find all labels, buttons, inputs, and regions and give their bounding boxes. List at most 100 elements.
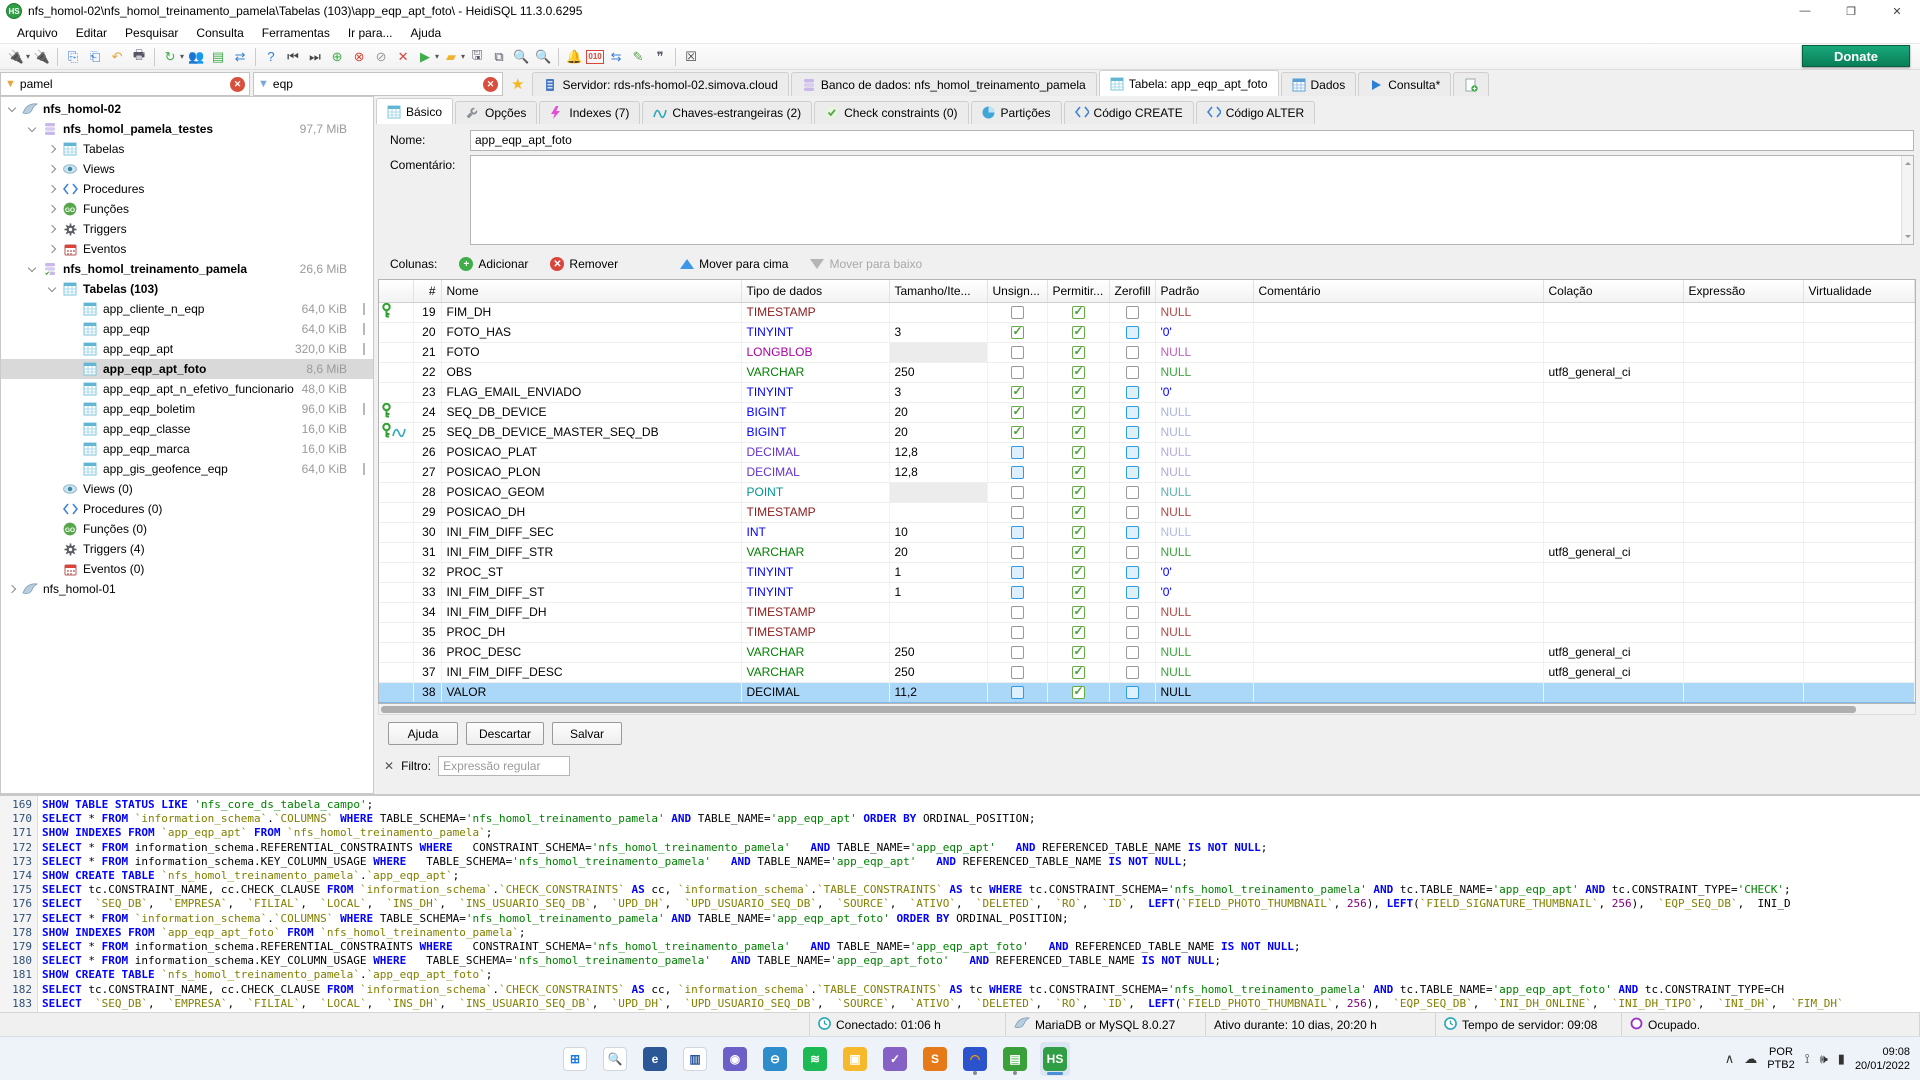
column-virtuality[interactable] bbox=[1803, 682, 1915, 702]
alarm-icon[interactable]: 🔔 bbox=[564, 47, 584, 67]
column-default[interactable]: '0' bbox=[1155, 382, 1253, 402]
column-length[interactable]: 3 bbox=[889, 322, 987, 342]
edit-icon[interactable]: ✎ bbox=[628, 47, 648, 67]
column-name[interactable]: FOTO_HAS bbox=[441, 322, 741, 342]
column-datatype[interactable]: DECIMAL bbox=[741, 442, 889, 462]
column-default[interactable]: NULL bbox=[1155, 522, 1253, 542]
column-virtuality[interactable] bbox=[1803, 502, 1915, 522]
zerofill-checkbox[interactable] bbox=[1126, 626, 1139, 639]
unsigned-checkbox[interactable] bbox=[1011, 666, 1024, 679]
folder-icon[interactable]: ▰ bbox=[441, 47, 461, 67]
zerofill-checkbox[interactable] bbox=[1126, 386, 1139, 399]
database-filter-value[interactable]: pamel bbox=[20, 77, 230, 91]
clear-filter-icon[interactable]: ✕ bbox=[483, 77, 498, 92]
wifi-icon[interactable]: ⟟ bbox=[1805, 1051, 1810, 1067]
column-comment[interactable] bbox=[1253, 362, 1543, 382]
allow-null-checkbox[interactable] bbox=[1072, 366, 1085, 379]
column-expression[interactable] bbox=[1683, 462, 1803, 482]
column-datatype[interactable]: POINT bbox=[741, 482, 889, 502]
column-name[interactable]: INI_FIM_DIFF_STR bbox=[441, 542, 741, 562]
tree-item-app_eqp_apt_n_efetivo_funcionario[interactable]: app_eqp_apt_n_efetivo_funcionario48,0 Ki… bbox=[1, 379, 373, 399]
column-length[interactable] bbox=[889, 342, 987, 362]
subtab-chaves-estrangeiras-2-[interactable]: Chaves-estrangeiras (2) bbox=[642, 101, 812, 124]
column-expression[interactable] bbox=[1683, 602, 1803, 622]
column-length[interactable]: 20 bbox=[889, 402, 987, 422]
column-collation[interactable] bbox=[1543, 382, 1683, 402]
tree-item-nfs_homol_pamela_testes[interactable]: nfs_homol_pamela_testes97,7 MiB bbox=[1, 119, 373, 139]
allow-null-checkbox[interactable] bbox=[1072, 686, 1085, 699]
column-header-tipo-de-dados[interactable]: Tipo de dados bbox=[741, 280, 889, 302]
column-expression[interactable] bbox=[1683, 382, 1803, 402]
unsigned-checkbox[interactable] bbox=[1011, 346, 1024, 359]
chevron-right-icon[interactable] bbox=[48, 185, 56, 193]
column-datatype[interactable]: DECIMAL bbox=[741, 462, 889, 482]
column-default[interactable]: NULL bbox=[1155, 302, 1253, 322]
column-length[interactable]: 250 bbox=[889, 662, 987, 682]
column-expression[interactable] bbox=[1683, 362, 1803, 382]
column-datatype[interactable]: BIGINT bbox=[741, 402, 889, 422]
binary-icon[interactable]: 010 bbox=[586, 50, 604, 64]
menu-ajuda[interactable]: Ajuda bbox=[402, 22, 451, 43]
dropdown-arrow-icon[interactable]: ▾ bbox=[26, 52, 30, 61]
chevron-down-icon[interactable] bbox=[8, 103, 16, 111]
column-collation[interactable] bbox=[1543, 482, 1683, 502]
discard-button[interactable]: Descartar bbox=[466, 722, 544, 745]
tree-item-fun-es[interactable]: GOFunções bbox=[1, 199, 373, 219]
column-row-ini_fim_diff_dh[interactable]: 34INI_FIM_DIFF_DHTIMESTAMPNULL bbox=[379, 602, 1915, 622]
column-collation[interactable] bbox=[1543, 522, 1683, 542]
column-collation[interactable] bbox=[1543, 462, 1683, 482]
add-record-icon[interactable]: ⊕ bbox=[327, 47, 347, 67]
last-record-icon[interactable]: ⏭ bbox=[305, 47, 325, 67]
allow-null-checkbox[interactable] bbox=[1072, 566, 1085, 579]
subtab-c-digo-create[interactable]: Código CREATE bbox=[1064, 101, 1194, 124]
unsigned-checkbox[interactable] bbox=[1011, 606, 1024, 619]
column-collation[interactable] bbox=[1543, 342, 1683, 362]
tree-item-fun-es-0-[interactable]: GOFunções (0) bbox=[1, 519, 373, 539]
quote-icon[interactable]: ❞ bbox=[650, 47, 670, 67]
column-row-obs[interactable]: 22OBSVARCHAR250NULLutf8_general_ci bbox=[379, 362, 1915, 382]
column-virtuality[interactable] bbox=[1803, 462, 1915, 482]
column-header-virtualidade[interactable]: Virtualidade bbox=[1803, 280, 1915, 302]
tree-item-app_cliente_n_eqp[interactable]: app_cliente_n_eqp64,0 KiB bbox=[1, 299, 373, 319]
unsigned-checkbox[interactable] bbox=[1011, 486, 1024, 499]
column-comment[interactable] bbox=[1253, 662, 1543, 682]
column-expression[interactable] bbox=[1683, 302, 1803, 322]
column-collation[interactable] bbox=[1543, 582, 1683, 602]
column-name[interactable]: SEQ_DB_DEVICE bbox=[441, 402, 741, 422]
close-panel-icon[interactable]: ☒ bbox=[681, 47, 701, 67]
zerofill-checkbox[interactable] bbox=[1126, 566, 1139, 579]
column-length[interactable]: 3 bbox=[889, 382, 987, 402]
zerofill-checkbox[interactable] bbox=[1126, 406, 1139, 419]
export-csv-icon[interactable]: ▤ bbox=[208, 47, 228, 67]
move-up-button[interactable]: Mover para cima bbox=[680, 257, 788, 271]
allow-null-checkbox[interactable] bbox=[1072, 486, 1085, 499]
database-filter[interactable]: ▼ pamel ✕ bbox=[0, 72, 250, 96]
column-name[interactable]: VALOR bbox=[441, 682, 741, 702]
column-row-ini_fim_diff_str[interactable]: 31INI_FIM_DIFF_STRVARCHAR20NULLutf8_gene… bbox=[379, 542, 1915, 562]
zerofill-checkbox[interactable] bbox=[1126, 686, 1139, 699]
zerofill-checkbox[interactable] bbox=[1126, 486, 1139, 499]
column-name[interactable]: INI_FIM_DIFF_ST bbox=[441, 582, 741, 602]
column-name[interactable]: POSICAO_PLON bbox=[441, 462, 741, 482]
tree-item-app_eqp_classe[interactable]: app_eqp_classe16,0 KiB bbox=[1, 419, 373, 439]
column-comment[interactable] bbox=[1253, 342, 1543, 362]
column-comment[interactable] bbox=[1253, 602, 1543, 622]
new-query-tab[interactable] bbox=[1453, 72, 1489, 96]
windows-icon[interactable]: ⧉ bbox=[489, 47, 509, 67]
column-length[interactable] bbox=[889, 482, 987, 502]
close-filter-icon[interactable]: ✕ bbox=[384, 759, 394, 773]
column-row-fim_dh[interactable]: 19FIM_DHTIMESTAMPNULL bbox=[379, 302, 1915, 322]
meeting-icon[interactable]: ⊖ bbox=[760, 1042, 790, 1076]
column-name[interactable]: POSICAO_PLAT bbox=[441, 442, 741, 462]
column-collation[interactable] bbox=[1543, 322, 1683, 342]
column-expression[interactable] bbox=[1683, 582, 1803, 602]
unsigned-checkbox[interactable] bbox=[1011, 566, 1024, 579]
disconnect-icon[interactable]: 🔌 bbox=[32, 47, 52, 67]
column-virtuality[interactable] bbox=[1803, 342, 1915, 362]
subtab-c-digo-alter[interactable]: Código ALTER bbox=[1196, 101, 1316, 124]
column-header-coment-rio[interactable]: Comentário bbox=[1253, 280, 1543, 302]
search-icon[interactable]: 🔍 bbox=[511, 47, 531, 67]
word-icon[interactable]: ▥ bbox=[680, 1042, 710, 1076]
unsigned-checkbox[interactable] bbox=[1011, 326, 1024, 339]
column-datatype[interactable]: TINYINT bbox=[741, 582, 889, 602]
